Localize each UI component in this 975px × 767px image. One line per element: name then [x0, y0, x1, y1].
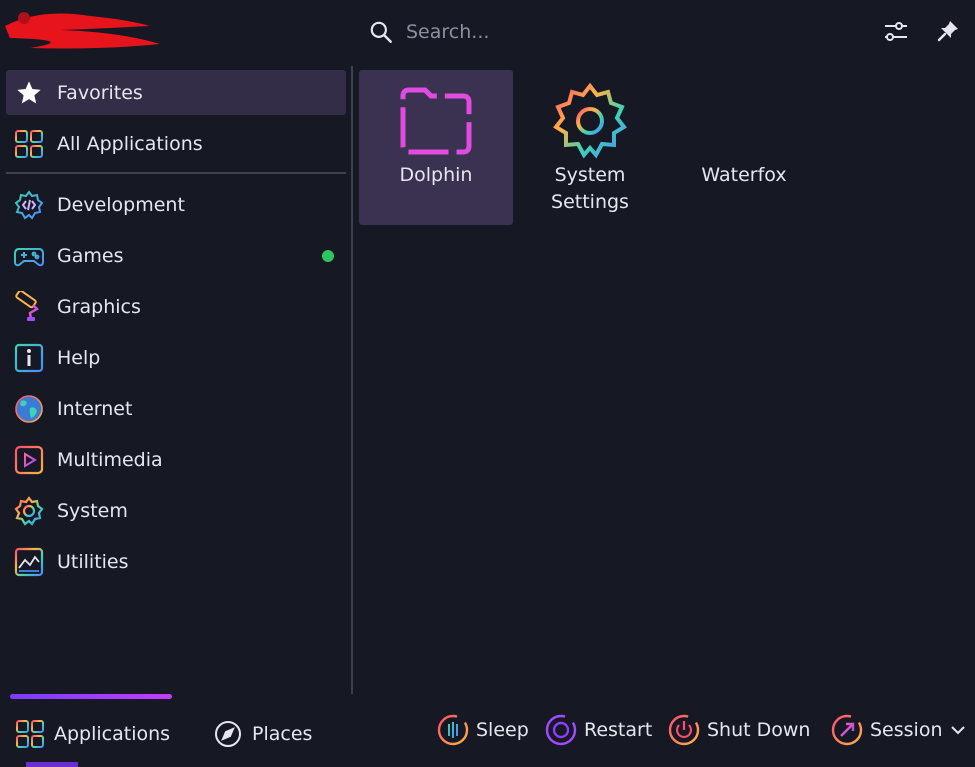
new-apps-badge	[322, 250, 334, 262]
sidebar-item-label: Favorites	[57, 81, 143, 104]
sidebar-item-utilities[interactable]: Utilities	[6, 539, 346, 584]
sleep-icon	[435, 712, 471, 748]
compass-icon	[212, 718, 244, 750]
tab-applications[interactable]: Applications	[14, 714, 170, 754]
sidebar-item-label: Games	[57, 244, 124, 267]
category-sidebar: Favorites All Applications Development G…	[6, 70, 346, 590]
development-gear-icon	[12, 188, 46, 222]
sidebar-item-label: Graphics	[57, 295, 141, 318]
power-label: Shut Down	[707, 719, 811, 741]
menu-footer: Applications Places Sleep Restart Shut D…	[0, 690, 975, 767]
app-tile-system-settings[interactable]: System Settings	[513, 70, 667, 225]
sleep-button[interactable]: Sleep	[435, 710, 529, 750]
sidebar-divider	[6, 172, 346, 174]
pin-button[interactable]	[932, 15, 964, 47]
app-tile-label: System Settings	[551, 164, 629, 213]
session-button[interactable]: Session	[829, 710, 943, 750]
sidebar-item-label: Multimedia	[57, 448, 163, 471]
sidebar-item-label: All Applications	[57, 132, 203, 155]
tab-label: Places	[252, 723, 313, 745]
filter-settings-icon	[885, 22, 907, 41]
search-bar[interactable]	[360, 12, 880, 52]
power-label: Session	[870, 719, 943, 741]
sidebar-item-label: Internet	[57, 397, 133, 420]
sidebar-item-graphics[interactable]: Graphics	[6, 284, 346, 329]
grid-icon	[12, 127, 46, 161]
session-icon	[829, 712, 865, 748]
sidebar-item-label: Help	[57, 346, 101, 369]
sidebar-item-all-applications[interactable]: All Applications	[6, 121, 346, 166]
menu-header	[0, 0, 975, 62]
sidebar-item-help[interactable]: Help	[6, 335, 346, 380]
tab-label: Applications	[54, 723, 171, 745]
pane-divider	[351, 66, 353, 694]
tab-places[interactable]: Places	[212, 714, 312, 754]
pin-icon	[937, 21, 958, 42]
sidebar-item-label: Utilities	[57, 550, 129, 573]
sidebar-item-games[interactable]: Games	[6, 233, 346, 278]
sidebar-item-favorites[interactable]: Favorites	[6, 70, 346, 115]
search-input[interactable]	[404, 20, 868, 44]
globe-icon	[12, 392, 46, 426]
app-tile-label: Dolphin	[399, 164, 473, 186]
chevron-down-icon[interactable]	[948, 720, 968, 740]
gamepad-icon	[12, 239, 46, 273]
utilities-chart-icon	[12, 545, 46, 579]
help-info-icon	[12, 341, 46, 375]
shut-down-button[interactable]: Shut Down	[666, 710, 810, 750]
sidebar-item-label: System	[57, 499, 128, 522]
star-icon	[12, 76, 46, 110]
search-icon	[370, 21, 392, 43]
filter-settings-button[interactable]	[880, 15, 912, 47]
avatar[interactable]	[0, 6, 165, 56]
sidebar-item-development[interactable]: Development	[6, 182, 346, 227]
restart-button[interactable]: Restart	[543, 710, 652, 750]
sidebar-item-label: Development	[57, 193, 185, 216]
sidebar-item-multimedia[interactable]: Multimedia	[6, 437, 346, 482]
settings-gear-icon	[553, 82, 627, 159]
app-tile-label: Waterfox	[701, 164, 787, 186]
paint-roller-icon	[12, 290, 46, 324]
app-tile-waterfox[interactable]: Waterfox	[667, 70, 821, 225]
taskbar-indicator	[26, 762, 78, 767]
active-tab-indicator	[10, 694, 172, 699]
applications-grid-icon	[14, 718, 46, 750]
power-label: Sleep	[476, 719, 529, 741]
favorites-grid: Dolphin System Settings Waterfox	[359, 70, 969, 690]
folder-icon	[400, 87, 472, 155]
system-gear-icon	[12, 494, 46, 528]
power-label: Restart	[584, 719, 653, 741]
app-tile-dolphin[interactable]: Dolphin	[359, 70, 513, 225]
shutdown-icon	[666, 712, 702, 748]
play-icon	[12, 443, 46, 477]
restart-icon	[543, 712, 579, 748]
sidebar-item-internet[interactable]: Internet	[6, 386, 346, 431]
sidebar-item-system[interactable]: System	[6, 488, 346, 533]
